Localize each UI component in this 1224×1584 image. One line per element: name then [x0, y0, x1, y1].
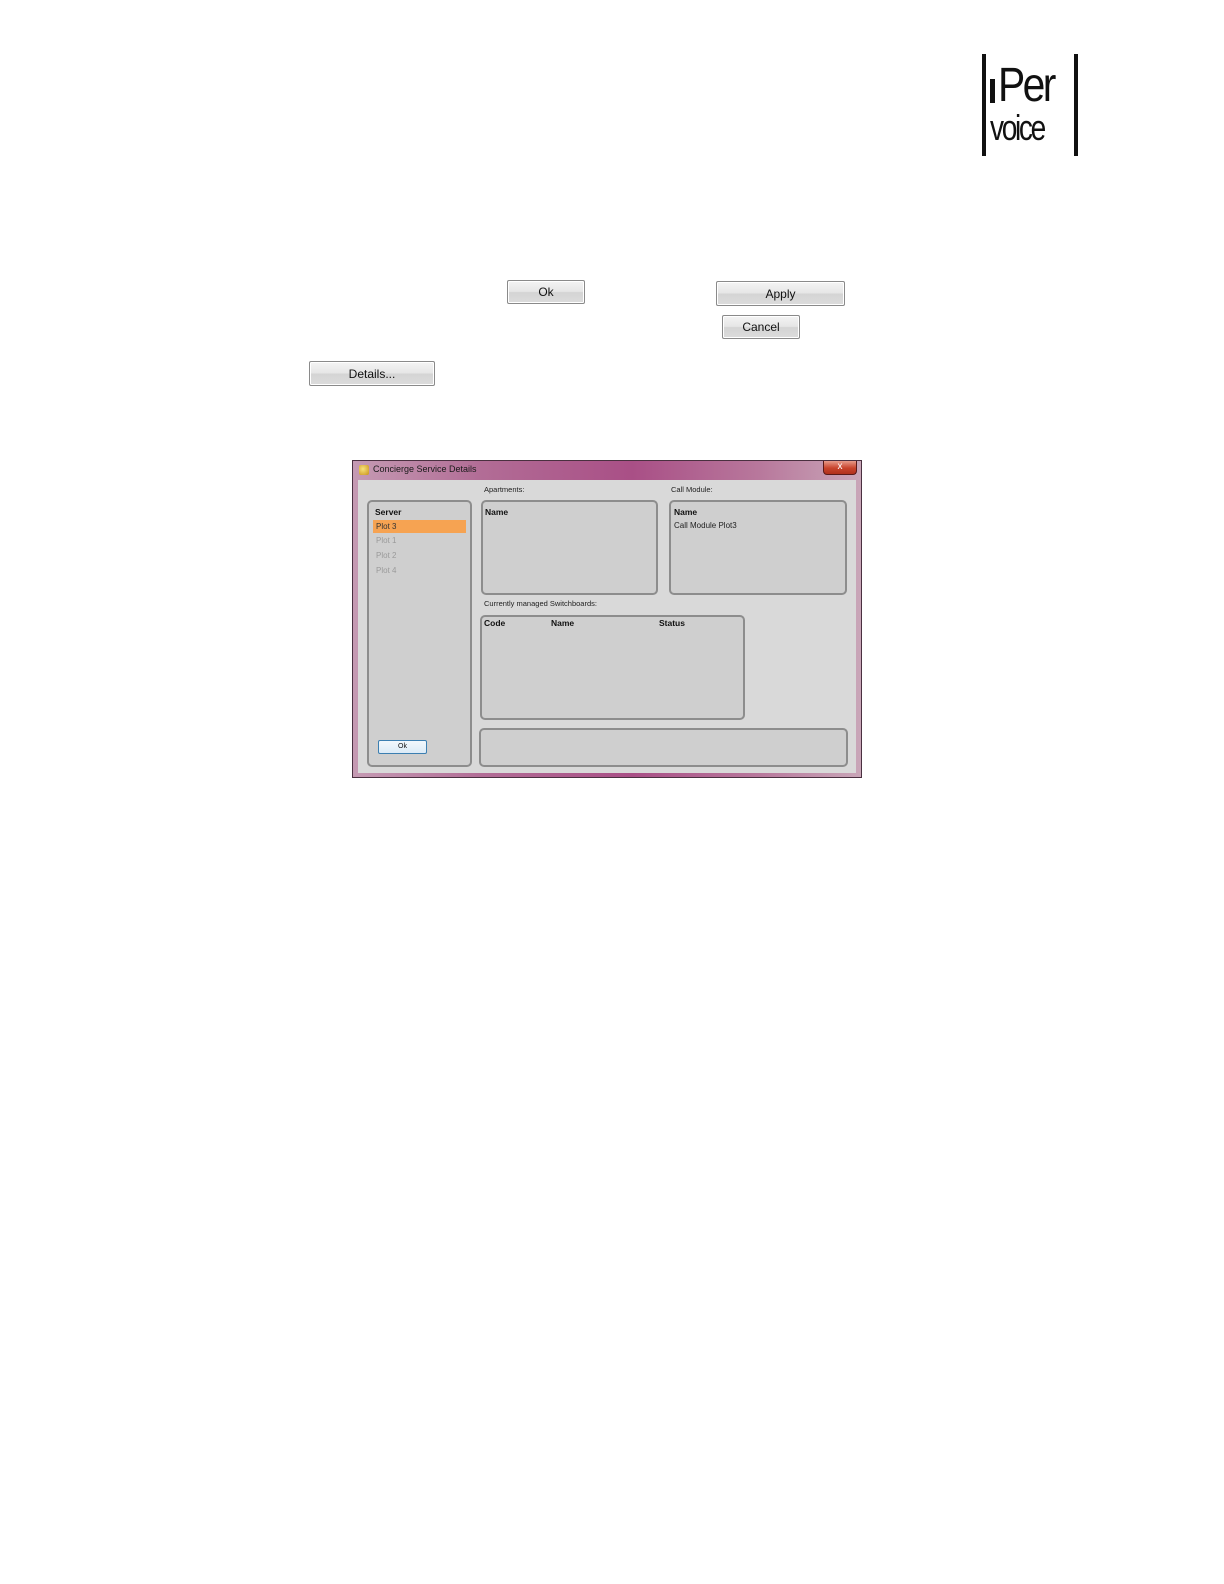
logo-row-top: Per: [990, 60, 1064, 110]
apartments-header-name: Name: [485, 507, 509, 517]
call-module-header-name: Name: [674, 507, 698, 517]
dialog-title: Concierge Service Details: [373, 464, 477, 474]
call-module-row[interactable]: Call Module Plot3: [674, 521, 737, 530]
switchboards-col-name: Name: [551, 618, 575, 628]
call-module-caption: Call Module:: [671, 485, 713, 494]
logo-left-bar: [982, 54, 986, 156]
dialog-client-area: Server Plot 3 Plot 1 Plot 2 Plot 4 Ok Ap…: [358, 480, 856, 773]
server-list-item[interactable]: Plot 4: [373, 564, 466, 577]
switchboards-caption: Currently managed Switchboards:: [484, 599, 597, 608]
server-list-item[interactable]: Plot 3: [373, 520, 466, 533]
logo-i-stroke: [990, 79, 995, 103]
logo-text-per: Per: [998, 59, 1056, 112]
details-button[interactable]: Details...: [309, 361, 435, 386]
server-list[interactable]: Server Plot 3 Plot 1 Plot 2 Plot 4 Ok: [367, 500, 472, 767]
apartments-list[interactable]: Name: [481, 500, 658, 595]
switchboards-table[interactable]: Code Name Status: [480, 615, 745, 720]
apply-button[interactable]: Apply: [716, 281, 845, 306]
close-icon[interactable]: x: [823, 461, 857, 475]
server-list-item[interactable]: Plot 1: [373, 534, 466, 547]
server-list-item[interactable]: Plot 2: [373, 549, 466, 562]
logo-text-voice: voice: [990, 107, 1046, 148]
logo-right-bar: [1074, 54, 1078, 156]
status-box: [479, 728, 848, 767]
concierge-service-details-dialog: Concierge Service Details x Server Plot …: [352, 460, 862, 778]
dialog-ok-button[interactable]: Ok: [378, 740, 427, 754]
ok-button[interactable]: Ok: [507, 280, 585, 304]
call-module-list[interactable]: Name Call Module Plot3: [669, 500, 847, 595]
dialog-titlebar: Concierge Service Details x: [353, 461, 861, 480]
app-icon: [359, 465, 369, 475]
cancel-button[interactable]: Cancel: [722, 315, 800, 339]
switchboards-col-code: Code: [484, 618, 506, 628]
apartments-caption: Apartments:: [484, 485, 525, 494]
server-list-header: Server: [375, 507, 402, 517]
ipervoice-logo: Per voice: [978, 52, 1082, 158]
switchboards-col-status: Status: [659, 618, 685, 628]
